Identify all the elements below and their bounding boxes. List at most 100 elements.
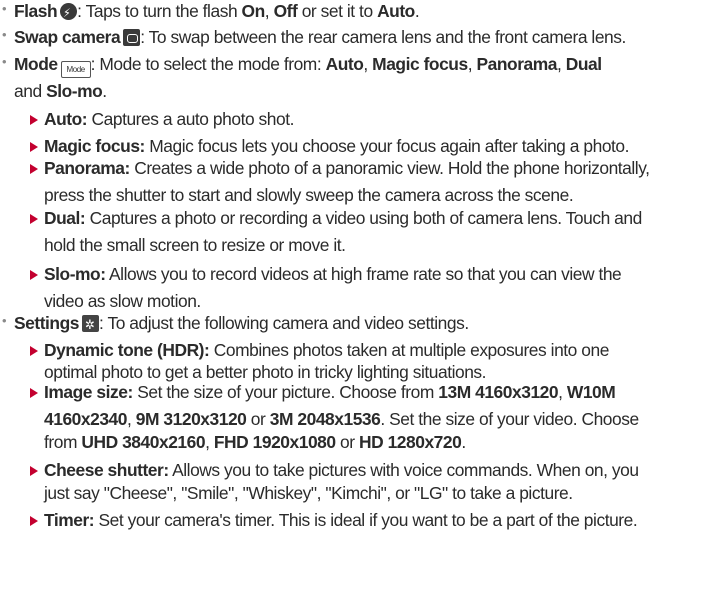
item-term: Mode	[14, 54, 58, 74]
item-description: Allows you to take pictures with voice c…	[168, 460, 639, 480]
text-line: hold the small screen to resize or move …	[44, 234, 346, 256]
item-text-run: from	[44, 432, 82, 452]
item-term: Settings	[14, 313, 80, 333]
item-description: : Mode to select the mode from:	[90, 54, 326, 74]
item-description: Captures a photo or recording a video us…	[85, 208, 643, 228]
item-text-run: . Set the size of your video. Choose	[380, 409, 639, 429]
item-text-run: Auto	[377, 1, 415, 21]
sub-bullet-triangle-icon	[30, 214, 38, 224]
item-text-run: Slo-mo	[46, 81, 103, 101]
sub-bullet-triangle-icon	[30, 516, 38, 526]
item-term: Image size:	[44, 382, 133, 402]
item-term: Dynamic tone (HDR):	[44, 340, 210, 360]
item-description: Captures a auto photo shot.	[87, 109, 295, 129]
item-text-run: 4160x2340	[44, 409, 127, 429]
item-text-run: 13M 4160x3120	[438, 382, 559, 402]
mode-icon: Mode	[60, 61, 91, 78]
item-text-run: ,	[558, 382, 567, 402]
item-text-run: 9M 3120x3120	[135, 409, 247, 429]
item-text-run: .	[461, 432, 466, 452]
item-description: : To adjust the following camera and vid…	[99, 313, 469, 333]
text-line: Settings : To adjust the following camera…	[14, 312, 469, 336]
item-text-run: hold the small screen to resize or move …	[44, 235, 346, 255]
item-text-run: ,	[363, 54, 373, 74]
item-description: Set the size of your picture. Choose fro…	[132, 382, 439, 402]
sub-bullet-triangle-icon	[30, 164, 38, 174]
text-line: Timer: Set your camera's timer. This is …	[44, 509, 638, 531]
item-text-run: Dual	[565, 54, 602, 74]
sub-bullet-triangle-icon	[30, 142, 38, 152]
item-text-run: ,	[205, 432, 214, 452]
item-text-run: Auto	[325, 54, 364, 74]
text-line: Dual: Captures a photo or recording a vi…	[44, 207, 642, 229]
settings-gear-icon	[82, 314, 100, 336]
item-text-run: 3M 2048x1536	[269, 409, 381, 429]
sub-bullet-triangle-icon	[30, 270, 38, 280]
swap-camera-icon	[123, 29, 141, 46]
item-description: Set your camera's timer. This is ideal i…	[94, 510, 638, 530]
item-description: Magic focus lets you choose your focus a…	[144, 136, 630, 156]
sub-bullet-triangle-icon	[30, 346, 38, 356]
item-text-run: .	[414, 1, 420, 21]
sub-bullet-triangle-icon	[30, 115, 38, 125]
item-text-run: or	[335, 432, 359, 452]
text-line: 4160x2340, 9M 3120x3120 or 3M 2048x1536.…	[44, 408, 639, 430]
item-text-run: ,	[264, 1, 274, 21]
text-line: Mode Mode: Mode to select the mode from: …	[14, 53, 602, 78]
item-text-run: ,	[556, 54, 566, 74]
item-term: Auto:	[44, 109, 88, 129]
item-text-run: W10M	[566, 382, 616, 402]
item-text-run: press the shutter to start and slowly sw…	[44, 185, 574, 205]
text-line: Panorama: Creates a wide photo of a pano…	[44, 157, 650, 179]
text-line: Dynamic tone (HDR): Combines photos take…	[44, 339, 609, 361]
text-line: and Slo-mo.	[14, 80, 107, 102]
text-line: press the shutter to start and slowly sw…	[44, 184, 574, 206]
item-text-run: and	[14, 81, 47, 101]
item-term: Swap camera	[14, 27, 121, 47]
item-text-run: or	[246, 409, 270, 429]
item-text-run: HD 1280x720	[358, 432, 462, 452]
item-text-run: or set it to	[297, 1, 378, 21]
item-text-run: ,	[127, 409, 136, 429]
item-term: Timer:	[44, 510, 95, 530]
item-description: Allows you to record videos at high fram…	[105, 264, 622, 284]
text-line: just say "Cheese", "Smile", "Whiskey", "…	[44, 482, 573, 504]
sub-bullet-triangle-icon	[30, 466, 38, 476]
item-text-run: video as slow motion.	[44, 291, 201, 311]
text-line: Slo-mo: Allows you to record videos at h…	[44, 263, 622, 285]
item-description: Creates a wide photo of a panoramic view…	[129, 158, 650, 178]
item-text-run: optimal photo to get a better photo in t…	[44, 362, 487, 382]
text-line: Magic focus: Magic focus lets you choose…	[44, 135, 629, 157]
bullet-marker: •	[2, 27, 7, 42]
text-line: optimal photo to get a better photo in t…	[44, 361, 487, 383]
item-text-run: FHD 1920x1080	[213, 432, 336, 452]
text-line: Auto: Captures a auto photo shot.	[44, 108, 294, 130]
item-description: : To swap between the rear camera lens a…	[140, 27, 626, 47]
text-line: Cheese shutter: Allows you to take pictu…	[44, 459, 639, 481]
item-term: Slo-mo:	[44, 264, 106, 284]
manual-page: Flash : Taps to turn the flash On, Off or…	[0, 0, 701, 589]
item-text-run: just say "Cheese", "Smile", "Whiskey", "…	[44, 483, 573, 503]
item-description: : Taps to turn the flash	[77, 1, 242, 21]
item-text-run: On	[241, 1, 266, 21]
item-term: Magic focus:	[44, 136, 145, 156]
flash-icon	[60, 2, 78, 24]
item-term: Panorama:	[44, 158, 130, 178]
item-text-run: UHD 3840x2160	[81, 432, 206, 452]
item-term: Flash	[14, 1, 58, 21]
sub-bullet-triangle-icon	[30, 388, 38, 398]
bullet-marker: •	[2, 54, 7, 69]
text-line: from UHD 3840x2160, FHD 1920x1080 or HD …	[44, 431, 466, 453]
item-term: Dual:	[44, 208, 86, 228]
item-text-run: .	[102, 81, 107, 101]
item-description: Combines photos taken at multiple exposu…	[209, 340, 610, 360]
item-text-run: Magic focus	[372, 54, 468, 74]
bullet-marker: •	[2, 1, 7, 16]
item-text-run: Panorama	[476, 54, 557, 74]
text-line: video as slow motion.	[44, 290, 201, 312]
text-line: Flash : Taps to turn the flash On, Off or…	[14, 0, 420, 24]
text-line: Swap camera : To swap between the rear ca…	[14, 26, 626, 48]
item-text-run: Off	[273, 1, 298, 21]
item-term: Cheese shutter:	[44, 460, 169, 480]
bullet-marker: •	[2, 313, 7, 328]
